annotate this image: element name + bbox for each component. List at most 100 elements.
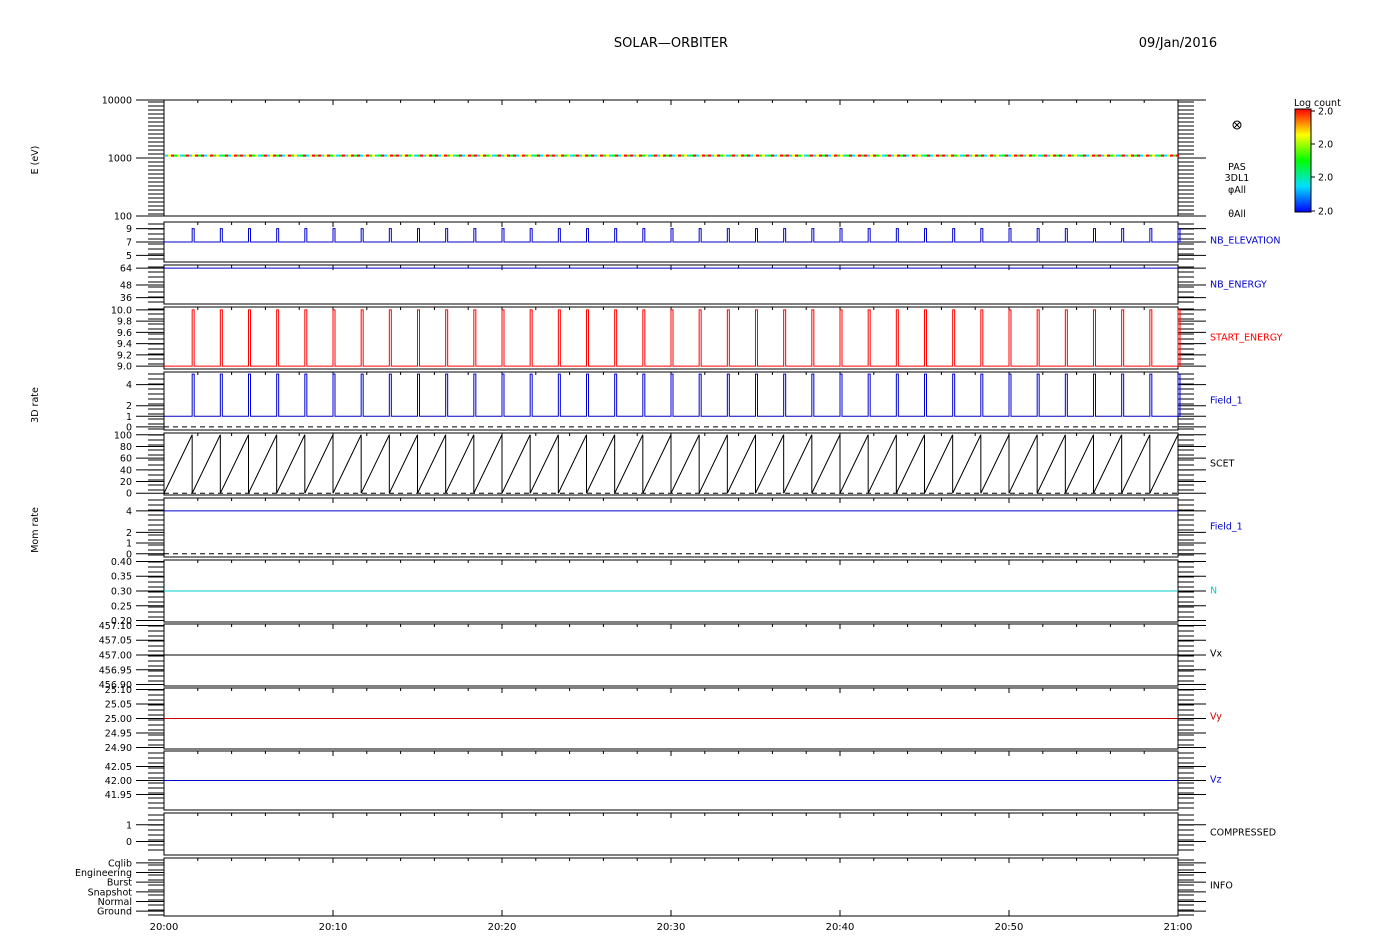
spectrogram-cell (321, 154, 324, 157)
spectrogram-cell (648, 154, 651, 157)
spectrogram-cell (300, 154, 303, 157)
spectrogram-cell (1029, 154, 1032, 157)
spectrogram-cell (171, 154, 174, 157)
y-tick-label: 42.05 (105, 762, 132, 773)
y-tick-label: 457.05 (99, 636, 132, 647)
group-label: 3D rate (30, 387, 41, 423)
spectrogram-cell (366, 154, 369, 157)
spectrogram-cell (279, 154, 282, 157)
spectrogram-cell (627, 154, 630, 157)
spectrogram-cell (306, 154, 309, 157)
spectrogram-cell (882, 154, 885, 157)
spectrogram-cell (1110, 154, 1113, 157)
panel-4: 4210Field_1 (126, 371, 1243, 433)
spectrogram-cell (540, 154, 543, 157)
group-label: Mom rate (30, 507, 41, 553)
spectrogram-cell (333, 154, 336, 157)
panel-10: 42.05 42.00 41.95 Vz (105, 750, 1222, 811)
spectrogram-cell (960, 154, 963, 157)
spectrogram-cell (375, 154, 378, 157)
spectrogram-cell (615, 154, 618, 157)
solar-orbiter-summary-plot: SOLAR—ORBITER 09/Jan/2016 10010001000097… (30, 36, 1341, 933)
panel-11: 1 0 COMPRESSED (126, 812, 1276, 856)
spectrogram-cell (1005, 154, 1008, 157)
spectrogram-cell (417, 154, 420, 157)
spectrogram-cell (384, 154, 387, 157)
spectrogram-cell (924, 154, 927, 157)
spectrogram-cell (1140, 154, 1143, 157)
spectrogram-cell (990, 154, 993, 157)
series-line (164, 373, 1181, 417)
spectrogram-cell (168, 154, 171, 157)
spectrogram-cell (765, 154, 768, 157)
y-tick-label: 25.00 (105, 714, 132, 725)
colorbar-tick-label: 2.0 (1318, 140, 1333, 151)
spectrogram-cell (195, 154, 198, 157)
spectrogram-cell (603, 154, 606, 157)
spectrogram-cell (822, 154, 825, 157)
spectrogram-cell (528, 154, 531, 157)
spectrogram-cell (687, 154, 690, 157)
y-tick-label: 41.95 (105, 790, 132, 801)
y-tick-label: 1 (126, 412, 132, 423)
spectrogram-cell (660, 154, 663, 157)
spectrogram-cell (234, 154, 237, 157)
spectrogram-cell (786, 154, 789, 157)
spectrogram-cell (597, 154, 600, 157)
y-tick-label: 2 (126, 528, 132, 539)
spectrogram-cell (825, 154, 828, 157)
spectrogram-cell (1026, 154, 1029, 157)
spectrogram-cell (378, 154, 381, 157)
spectrogram-cell (1065, 154, 1068, 157)
spectrogram-cell (246, 154, 249, 157)
series-label: N (1210, 586, 1217, 597)
spectrogram-cell (1077, 154, 1080, 157)
spectrogram-cell (903, 154, 906, 157)
spectrogram-cell (174, 154, 177, 157)
spectrogram-cell (555, 154, 558, 157)
spectrogram-cell (273, 154, 276, 157)
spectrogram-cell (624, 154, 627, 157)
spectrogram-cell (441, 154, 444, 157)
spectrogram-cell (1014, 154, 1017, 157)
spectrogram-cell (981, 154, 984, 157)
spectrogram-cell (543, 154, 546, 157)
spectrogram-cell (708, 154, 711, 157)
spectrogram-cell (1095, 154, 1098, 157)
y-tick-label: 457.10 (99, 621, 132, 632)
spectrogram-cell (363, 154, 366, 157)
spectrogram-cell (792, 154, 795, 157)
time-tick-label: 20:00 (150, 922, 179, 933)
spectrogram-cell (894, 154, 897, 157)
spectrogram-cell (804, 154, 807, 157)
spectrogram-cell (1023, 154, 1026, 157)
spectrogram-cell (843, 154, 846, 157)
spectrogram-cell (402, 154, 405, 157)
spectrogram-cell (438, 154, 441, 157)
spectrogram-cell (189, 154, 192, 157)
spectrogram-cell (681, 154, 684, 157)
spectrogram-cell (918, 154, 921, 157)
spectrogram-cell (1098, 154, 1101, 157)
spectrogram-cell (693, 154, 696, 157)
spectrogram-cell (522, 154, 525, 157)
y-tick-label: 100 (114, 430, 132, 441)
spectrogram-cell (978, 154, 981, 157)
spectrogram-cell (954, 154, 957, 157)
y-tick-label: 5 (126, 251, 132, 262)
y-tick-label: 24.90 (105, 743, 132, 754)
panel-9: 25.10 25.05 25.00 24.95 24.90 Vy (105, 685, 1222, 754)
time-tick-label: 21:00 (1164, 922, 1193, 933)
spectrogram-cell (963, 154, 966, 157)
spectrogram-cell (762, 154, 765, 157)
spectrogram-cell (1053, 154, 1056, 157)
panel-12: CqlibEngineeringBurstSnapshotNormalGroun… (75, 857, 1233, 918)
spectrogram-cell (711, 154, 714, 157)
series-label: Field_1 (1210, 522, 1243, 533)
spectrogram-cell (474, 154, 477, 157)
spectrogram-cell (930, 154, 933, 157)
y-tick-label: 9.4 (117, 339, 132, 350)
spectrogram-cell (696, 154, 699, 157)
spectrogram-cell (819, 154, 822, 157)
spectrogram-cell (549, 154, 552, 157)
